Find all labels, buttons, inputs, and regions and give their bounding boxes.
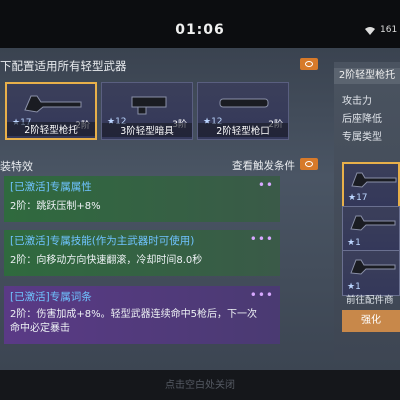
attachment-card[interactable]: ★1: [342, 250, 400, 296]
effect-desc: 2阶：跳跃压制+8%: [10, 201, 101, 212]
stat-recoil: 后座降低: [342, 114, 382, 125]
stock-icon: [351, 172, 397, 188]
effect-title: [已激活]专属词条: [10, 291, 92, 303]
more-icon[interactable]: •••: [250, 232, 274, 246]
stock-icon: [350, 215, 396, 231]
weapon-card-muzzle[interactable]: ★12 2阶 2阶轻型枪口: [197, 82, 289, 140]
attachment-stars: ★1: [347, 238, 361, 248]
muzzle-icon: [219, 98, 269, 108]
effect-desc: 2阶：向移动方向快速翻滚，冷却时间8.0秒: [10, 255, 203, 266]
effect-title: [已激活]专属技能(作为主武器时可使用): [10, 235, 195, 247]
go-to-shop-link[interactable]: 前往配件商: [346, 292, 394, 306]
close-hint: 点击空白处关闭: [165, 380, 235, 391]
stat-attack: 攻击力: [342, 96, 372, 107]
effect-attribute: [已激活]专属属性 •• 2阶：跳跃压制+8%: [4, 176, 280, 222]
effects-section-title: 装特效: [0, 160, 33, 173]
attachment-card[interactable]: ★1: [342, 206, 400, 252]
weapon-name: 2阶轻型枪托: [7, 122, 95, 136]
status-bar: 01:06 161: [0, 22, 400, 42]
attachment-card[interactable]: ★17: [342, 162, 400, 208]
trigger-conditions-link[interactable]: 查看触发条件: [232, 158, 295, 173]
more-icon[interactable]: •••: [250, 288, 274, 302]
attachment-stars: ★1: [347, 282, 361, 292]
weapon-card-grip[interactable]: ★12 3阶 3阶轻型暗具: [101, 82, 193, 140]
page-title: 下配置适用所有轻型武器: [0, 59, 127, 73]
weapon-name: 2阶轻型枪口: [198, 123, 288, 137]
enhance-button[interactable]: 强化: [342, 310, 400, 332]
right-panel-title: 2阶轻型枪托: [334, 68, 400, 84]
weapon-card-stock[interactable]: ★17 2阶 2阶轻型枪托: [5, 82, 97, 140]
effect-skill: [已激活]专属技能(作为主武器时可使用) ••• 2阶：向移动方向快速翻滚，冷却…: [4, 230, 280, 276]
effect-entry: [已激活]专属词条 ••• 2阶：伤害加成+8%。轻型武器连续命中5枪后，下一次…: [4, 286, 280, 344]
effect-title: [已激活]专属属性: [10, 181, 92, 193]
effect-desc-line1: 2阶：伤害加成+8%。轻型武器连续命中5枪后，下一次: [10, 309, 257, 320]
wifi-icon: [365, 27, 375, 35]
weapon-name: 3阶轻型暗具: [102, 123, 192, 137]
more-icon[interactable]: ••: [258, 178, 274, 192]
eye-icon[interactable]: [300, 158, 318, 170]
eye-icon[interactable]: [300, 58, 318, 70]
stock-icon: [24, 95, 82, 113]
clock: 01:06: [175, 22, 225, 38]
grip-icon: [131, 96, 167, 115]
battery-level: 161: [380, 25, 398, 35]
attachment-stars: ★17: [348, 193, 368, 203]
bottom-bar: 点击空白处关闭: [0, 370, 400, 400]
stat-type: 专属类型: [342, 132, 382, 143]
effect-desc-line2: 命中必定暴击: [10, 323, 70, 334]
stock-icon: [350, 259, 396, 275]
